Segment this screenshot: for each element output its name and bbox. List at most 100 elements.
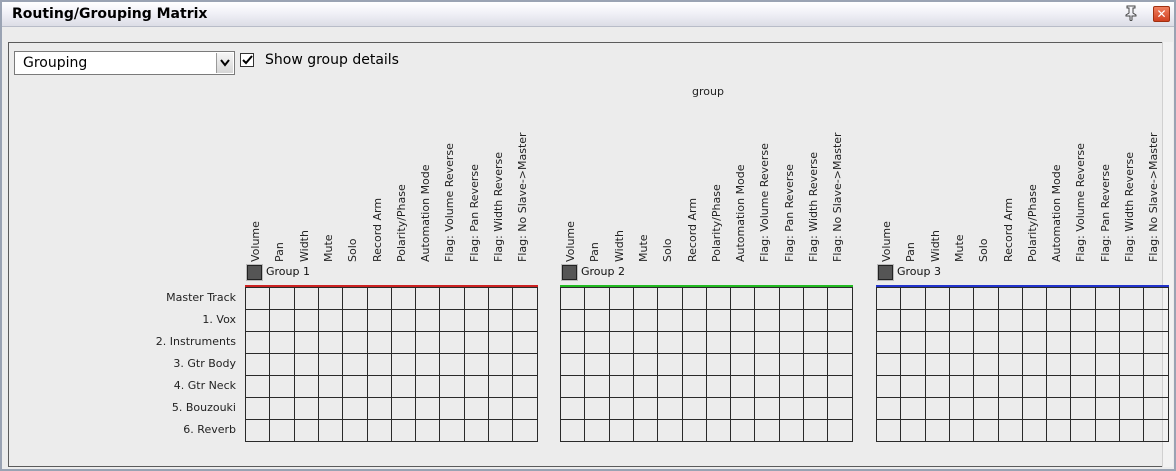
matrix-cell[interactable] (657, 419, 683, 442)
matrix-cell[interactable] (973, 309, 999, 332)
matrix-cell[interactable] (317, 397, 344, 420)
matrix-cell[interactable] (415, 287, 441, 310)
matrix-cell[interactable] (439, 419, 465, 442)
matrix-cell[interactable] (415, 331, 441, 354)
matrix-cell[interactable] (488, 287, 514, 310)
matrix-cell[interactable] (560, 419, 586, 442)
matrix-cell[interactable] (705, 287, 732, 310)
matrix-cell[interactable] (608, 353, 634, 376)
matrix-cell[interactable] (681, 375, 707, 398)
matrix-cell[interactable] (681, 353, 707, 376)
matrix-cell[interactable] (317, 309, 344, 332)
matrix-cell[interactable] (317, 331, 344, 354)
matrix-cell[interactable] (512, 353, 538, 376)
matrix-cell[interactable] (269, 287, 295, 310)
matrix-cell[interactable] (1021, 419, 1048, 442)
matrix-cell[interactable] (366, 331, 392, 354)
matrix-cell[interactable] (1143, 353, 1169, 376)
matrix-cell[interactable] (876, 309, 902, 332)
matrix-cell[interactable] (973, 353, 999, 376)
matrix-cell[interactable] (1021, 309, 1048, 332)
matrix-cell[interactable] (512, 419, 538, 442)
matrix-cell[interactable] (463, 419, 489, 442)
matrix-cell[interactable] (1021, 353, 1048, 376)
matrix-cell[interactable] (560, 309, 586, 332)
group-toggle[interactable] (561, 264, 578, 281)
matrix-cell[interactable] (512, 331, 538, 354)
matrix-cell[interactable] (439, 287, 465, 310)
matrix-cell[interactable] (342, 309, 368, 332)
matrix-cell[interactable] (876, 287, 902, 310)
matrix-cell[interactable] (1094, 353, 1120, 376)
matrix-cell[interactable] (390, 287, 417, 310)
matrix-cell[interactable] (512, 287, 538, 310)
matrix-cell[interactable] (827, 353, 853, 376)
matrix-cell[interactable] (317, 353, 344, 376)
matrix-cell[interactable] (657, 309, 683, 332)
matrix-cell[interactable] (366, 397, 392, 420)
matrix-cell[interactable] (973, 375, 999, 398)
matrix-cell[interactable] (1021, 397, 1048, 420)
matrix-cell[interactable] (924, 419, 950, 442)
matrix-cell[interactable] (1119, 331, 1145, 354)
matrix-cell[interactable] (900, 331, 926, 354)
matrix-cell[interactable] (1119, 353, 1145, 376)
matrix-cell[interactable] (997, 331, 1023, 354)
matrix-cell[interactable] (803, 375, 829, 398)
matrix-cell[interactable] (730, 353, 756, 376)
matrix-cell[interactable] (730, 397, 756, 420)
matrix-cell[interactable] (705, 331, 732, 354)
matrix-cell[interactable] (1070, 397, 1096, 420)
matrix-cell[interactable] (1046, 375, 1072, 398)
matrix-cell[interactable] (366, 419, 392, 442)
matrix-cell[interactable] (245, 419, 271, 442)
matrix-cell[interactable] (730, 419, 756, 442)
matrix-cell[interactable] (245, 309, 271, 332)
matrix-cell[interactable] (948, 353, 975, 376)
matrix-cell[interactable] (608, 397, 634, 420)
matrix-cell[interactable] (293, 375, 319, 398)
matrix-cell[interactable] (584, 353, 610, 376)
matrix-cell[interactable] (415, 419, 441, 442)
matrix-cell[interactable] (1070, 287, 1096, 310)
matrix-cell[interactable] (390, 397, 417, 420)
matrix-cell[interactable] (754, 331, 780, 354)
matrix-cell[interactable] (560, 287, 586, 310)
matrix-cell[interactable] (512, 375, 538, 398)
matrix-cell[interactable] (876, 353, 902, 376)
matrix-cell[interactable] (245, 331, 271, 354)
matrix-cell[interactable] (1143, 375, 1169, 398)
mode-select[interactable]: Grouping (14, 51, 235, 75)
matrix-cell[interactable] (390, 309, 417, 332)
matrix-cell[interactable] (439, 309, 465, 332)
close-icon[interactable]: ✕ (1153, 6, 1170, 22)
matrix-cell[interactable] (463, 287, 489, 310)
matrix-cell[interactable] (973, 331, 999, 354)
matrix-cell[interactable] (293, 309, 319, 332)
matrix-cell[interactable] (584, 375, 610, 398)
matrix-cell[interactable] (608, 331, 634, 354)
matrix-cell[interactable] (584, 397, 610, 420)
matrix-cell[interactable] (584, 331, 610, 354)
matrix-cell[interactable] (924, 309, 950, 332)
matrix-cell[interactable] (948, 397, 975, 420)
matrix-cell[interactable] (778, 375, 804, 398)
matrix-cell[interactable] (1119, 287, 1145, 310)
matrix-cell[interactable] (415, 397, 441, 420)
matrix-cell[interactable] (730, 309, 756, 332)
matrix-cell[interactable] (997, 353, 1023, 376)
matrix-cell[interactable] (803, 353, 829, 376)
matrix-cell[interactable] (778, 331, 804, 354)
matrix-cell[interactable] (269, 375, 295, 398)
matrix-cell[interactable] (512, 397, 538, 420)
matrix-cell[interactable] (827, 375, 853, 398)
show-group-details-checkbox[interactable] (240, 53, 254, 67)
matrix-cell[interactable] (293, 397, 319, 420)
matrix-cell[interactable] (293, 419, 319, 442)
matrix-cell[interactable] (1143, 397, 1169, 420)
matrix-cell[interactable] (924, 397, 950, 420)
matrix-cell[interactable] (366, 375, 392, 398)
matrix-cell[interactable] (1070, 375, 1096, 398)
group-toggle[interactable] (877, 264, 894, 281)
matrix-cell[interactable] (1046, 287, 1072, 310)
